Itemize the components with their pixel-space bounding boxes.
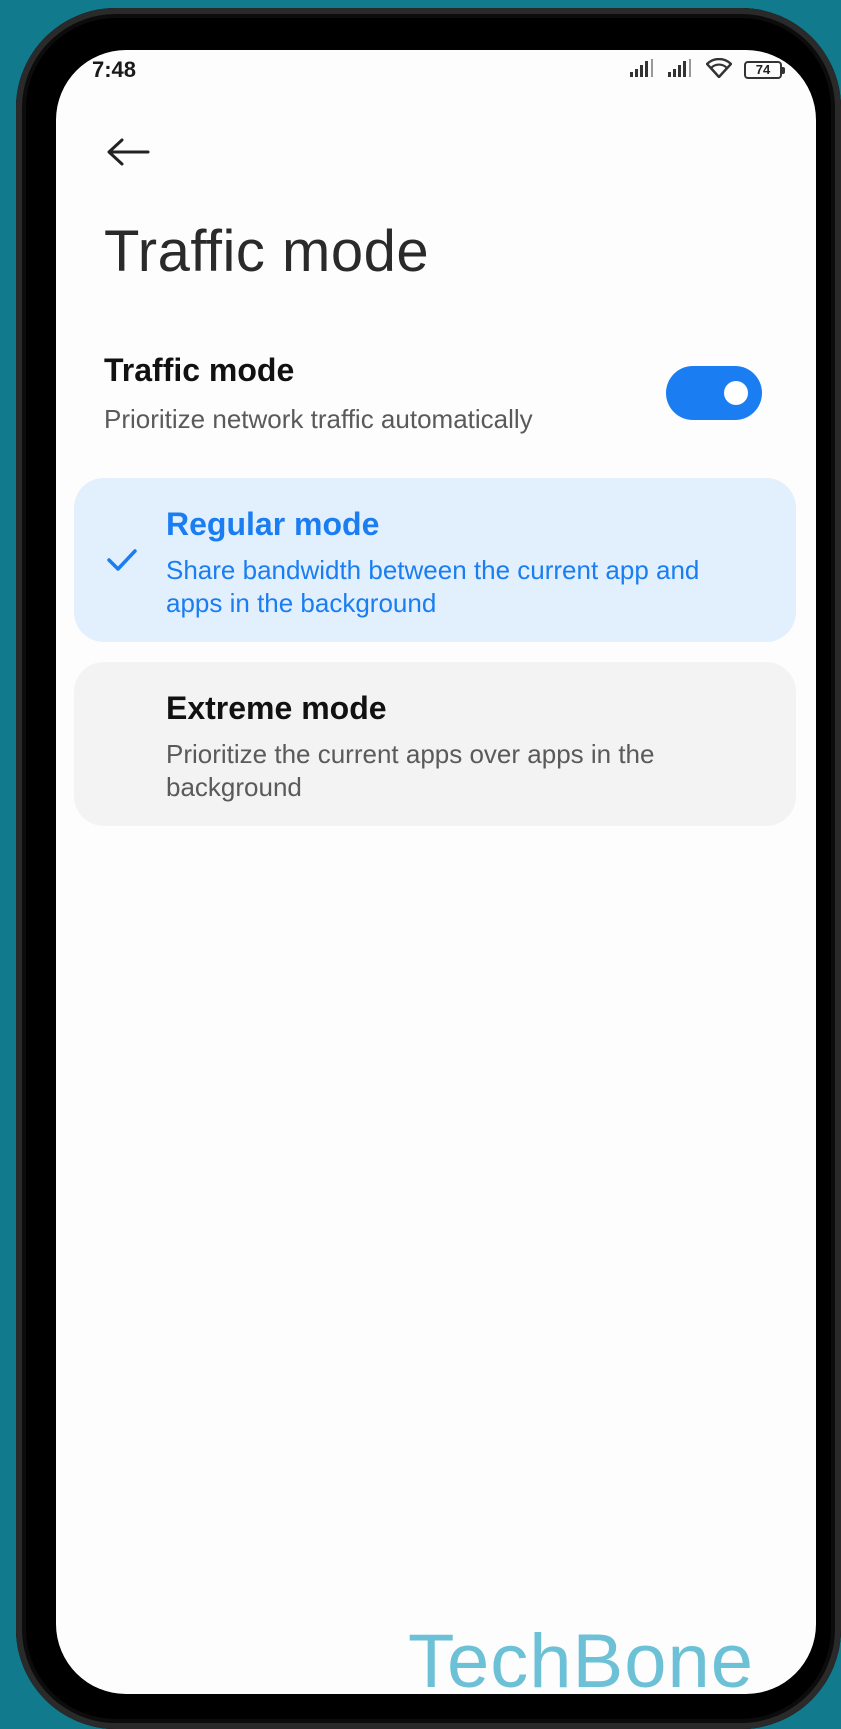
arrow-left-icon [106,137,150,172]
status-bar: 7:48 74 [56,50,816,94]
option-regular-mode[interactable]: Regular mode Share bandwidth between the… [74,478,796,642]
setting-title: Traffic mode [104,352,295,388]
setting-subtitle: Prioritize network traffic automatically [104,404,533,434]
battery-icon: 74 [744,61,785,79]
watermark-logo: TechBone [408,1619,755,1694]
toggle-knob [724,381,748,405]
status-time: 7:48 [92,57,137,82]
checkmark-icon [104,542,140,578]
option-title: Regular mode [166,506,380,542]
signal-icon [630,58,656,82]
phone-screen: 7:48 74 Traffic mode Traffic mode Priori… [56,50,816,1694]
option-title: Extreme mode [166,690,387,726]
option-description: Prioritize the current apps over apps in… [166,739,655,802]
option-description: Share bandwidth between the current app … [166,555,700,618]
wifi-icon [705,57,733,83]
signal-icon [668,58,694,82]
back-button[interactable] [100,126,156,182]
page-title: Traffic mode [104,219,430,284]
traffic-mode-toggle[interactable] [666,366,762,420]
option-extreme-mode[interactable]: Extreme mode Prioritize the current apps… [74,662,796,826]
status-icons: 74 [630,57,785,83]
